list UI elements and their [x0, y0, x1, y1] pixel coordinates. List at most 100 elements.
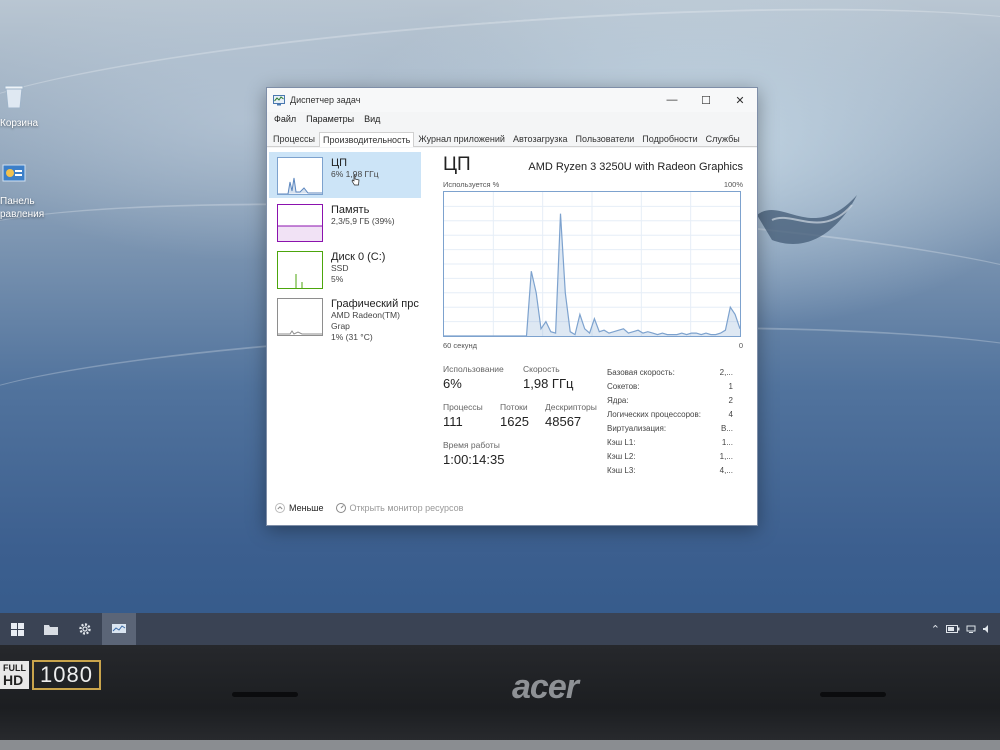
page-title: ЦП	[443, 154, 471, 175]
cpu-property-row: Кэш L2: 1,...	[607, 450, 733, 464]
cpu-property-value: В...	[720, 424, 733, 433]
cpu-model: AMD Ryzen 3 3250U with Radeon Graphics	[528, 161, 743, 173]
less-label: Меньше	[289, 503, 324, 513]
cpu-properties: Базовая скорость: 2,... Сокетов: 1 Ядра: 2 Лог…	[607, 366, 733, 478]
close-icon: ✕	[735, 94, 745, 107]
task-manager-window: Диспетчер задач — ☐ ✕ Файл Параметры Вид…	[266, 87, 758, 526]
window-title: Диспетчер задач	[290, 95, 361, 105]
sidebar-item-gpu[interactable]: Графический прс AMD Radeon(TM) Grap 1% (…	[269, 293, 421, 342]
processes-label: Процессы	[443, 402, 483, 412]
sidebar-item-cpu[interactable]: ЦП 6% 1,98 ГГц	[269, 152, 421, 198]
task-manager-icon	[112, 623, 126, 633]
desktop-icon-control-panel[interactable]: Панель равления	[0, 160, 44, 221]
minimize-button[interactable]: —	[655, 88, 689, 112]
cpu-property-value: 4,...	[719, 466, 733, 475]
taskbar: ⌃	[0, 613, 1000, 645]
mouse-cursor-icon	[351, 174, 360, 186]
graph-time-label: 60 секунд	[443, 341, 477, 350]
gpu-thumbnail-graph	[277, 298, 323, 336]
cpu-property-key: Виртуализация:	[607, 424, 667, 433]
usage-label: Использование	[443, 364, 504, 374]
tab-bar: Процессы Производительность Журнал прило…	[267, 130, 757, 147]
desktop-icon-label: равления	[0, 209, 45, 220]
desktop-icon-recycle-bin[interactable]: Корзина	[0, 82, 38, 130]
chevron-up-icon	[275, 503, 285, 513]
tab-processes[interactable]: Процессы	[269, 131, 319, 146]
menu-options[interactable]: Параметры	[306, 114, 354, 124]
menu-file[interactable]: Файл	[274, 114, 296, 124]
cpu-property-row: Сокетов: 1	[607, 380, 733, 394]
cpu-property-key: Кэш L3:	[607, 466, 636, 475]
full-hd-sticker: FULL HD 1080	[0, 660, 101, 690]
battery-icon[interactable]	[946, 625, 960, 633]
tab-app-history[interactable]: Журнал приложений	[414, 131, 509, 146]
control-panel-icon	[2, 164, 26, 182]
task-manager-icon	[273, 95, 285, 106]
tab-startup[interactable]: Автозагрузка	[509, 131, 572, 146]
bezel-vent	[232, 692, 298, 697]
sidebar-item-detail: AMD Radeon(TM) Grap	[331, 310, 400, 331]
desktop-icon-label: Панель	[0, 196, 35, 207]
cpu-property-value: 2	[728, 396, 733, 405]
resolution-badge: 1080	[32, 660, 101, 690]
disk-thumbnail-graph	[277, 251, 323, 289]
sidebar-item-name: Графический прс	[331, 298, 419, 310]
full-hd-hd: HD	[3, 672, 24, 688]
sidebar-item-disk[interactable]: Диск 0 (C:) SSD 5%	[269, 246, 421, 292]
handles-value: 48567	[545, 414, 582, 429]
sidebar-item-memory[interactable]: Память 2,3/5,9 ГБ (39%)	[269, 199, 421, 245]
less-button[interactable]: Меньше	[275, 503, 324, 513]
title-bar[interactable]: Диспетчер задач — ☐ ✕	[267, 88, 757, 112]
task-manager-taskbar-button[interactable]	[102, 613, 136, 645]
tab-performance[interactable]: Производительность	[319, 132, 415, 147]
uptime-value: 1:00:14:35	[443, 452, 505, 467]
cpu-property-value: 1	[728, 382, 733, 391]
cpu-property-value: 2,...	[719, 368, 733, 377]
open-resource-monitor-link[interactable]: Открыть монитор ресурсов	[335, 503, 463, 513]
speed-value: 1,98 ГГц	[523, 376, 574, 391]
footer: Меньше Открыть монитор ресурсов	[275, 503, 463, 513]
speed-label: Скорость	[523, 364, 560, 374]
cpu-property-key: Кэш L1:	[607, 438, 636, 447]
cpu-property-value: 1...	[721, 438, 733, 447]
settings-button[interactable]	[68, 613, 102, 645]
graph-min-label: 0	[738, 341, 743, 350]
tab-users[interactable]: Пользователи	[572, 131, 639, 146]
gear-icon	[79, 623, 91, 635]
menu-bar: Файл Параметры Вид	[267, 112, 757, 126]
file-explorer-button[interactable]	[34, 613, 68, 645]
cpu-detail: ЦП AMD Ryzen 3 3250U with Radeon Graphic…	[443, 154, 743, 350]
memory-thumbnail-graph	[277, 204, 323, 242]
close-button[interactable]: ✕	[723, 88, 757, 112]
sidebar-item-name: ЦП	[331, 157, 348, 169]
cpu-property-row: Логических процессоров: 4	[607, 408, 733, 422]
cpu-property-row: Кэш L3: 4,...	[607, 464, 733, 478]
cpu-property-value: 1,...	[719, 452, 733, 461]
resource-sidebar: ЦП 6% 1,98 ГГц Память 2,3/5,9 ГБ (39%) Д…	[269, 152, 421, 342]
bezel-vent	[820, 692, 886, 697]
threads-value: 1625	[500, 414, 529, 429]
tab-services[interactable]: Службы	[702, 131, 744, 146]
chevron-up-icon[interactable]: ⌃	[931, 623, 940, 636]
maximize-button[interactable]: ☐	[689, 88, 723, 112]
cpu-property-key: Кэш L2:	[607, 452, 636, 461]
usage-value: 6%	[443, 376, 462, 391]
sidebar-item-detail: 1% (31 °C)	[331, 332, 373, 342]
tab-details[interactable]: Подробности	[638, 131, 701, 146]
folder-icon	[44, 624, 58, 635]
wallpaper-ribbon	[757, 195, 857, 244]
handles-label: Дескрипторы	[545, 402, 597, 412]
graph-label: Используется %	[443, 180, 500, 189]
windows-icon	[10, 622, 24, 636]
start-button[interactable]	[0, 613, 34, 645]
desktop-icon-label: Корзина	[0, 118, 39, 129]
menu-view[interactable]: Вид	[364, 114, 380, 124]
sidebar-item-detail: SSD	[331, 263, 349, 273]
brand-logo: acer	[512, 668, 579, 706]
volume-icon[interactable]	[982, 624, 992, 634]
laptop-bezel	[0, 645, 1000, 750]
cpu-property-value: 4	[728, 410, 733, 419]
cpu-property-key: Сокетов:	[607, 382, 640, 391]
cpu-property-row: Виртуализация: В...	[607, 422, 733, 436]
network-icon[interactable]	[966, 624, 976, 634]
